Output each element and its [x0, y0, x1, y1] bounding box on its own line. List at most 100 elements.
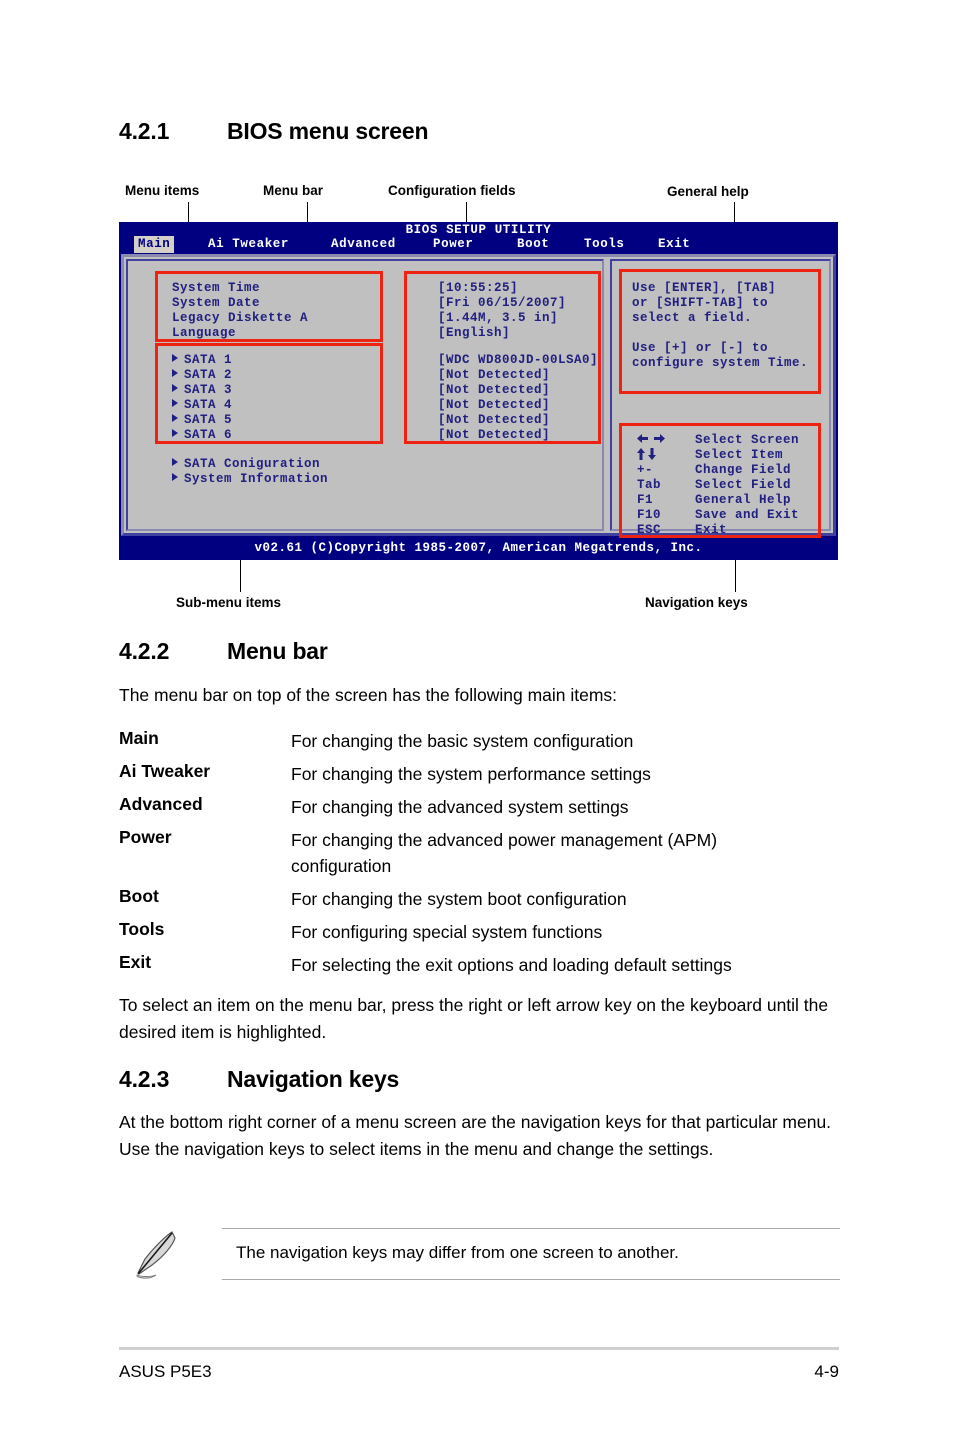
note-box: The navigation keys may differ from one … — [222, 1228, 840, 1280]
document-page: 4.2.1 BIOS menu screen Menu items Menu b… — [0, 0, 954, 1438]
bios-nav-key-desc: General Help — [695, 493, 792, 507]
bios-config-value[interactable]: [WDC WD800JD-00LSA0] — [438, 353, 598, 368]
section-number-422: 4.2.2 — [119, 638, 170, 664]
submenu-triangle-icon — [172, 354, 178, 362]
submenu-triangle-icon — [172, 473, 178, 481]
bios-config-value[interactable]: [Not Detected] — [438, 368, 550, 383]
bios-config-value[interactable]: [10:55:25] — [438, 281, 518, 296]
bios-nav-key-label: F1 — [637, 493, 654, 507]
bios-tab-tools[interactable]: Tools — [580, 236, 629, 253]
footer-divider — [119, 1347, 839, 1350]
submenu-triangle-icon — [172, 414, 178, 422]
menu-bar-term-power: Power — [119, 827, 172, 847]
bios-help-line: Use [+] or [-] to — [632, 341, 769, 355]
bios-submenu-row[interactable]: SATA Coniguration — [172, 457, 320, 472]
section-title-421: BIOS menu screen — [227, 118, 429, 144]
bios-menu-item-row[interactable]: Language — [172, 326, 236, 341]
bios-menu-item-label: System Time — [172, 281, 261, 295]
bios-setup-screen: BIOS SETUP UTILITY Main Ai Tweaker Advan… — [119, 222, 838, 560]
submenu-triangle-icon — [172, 384, 178, 392]
menu-bar-desc-exit: For selecting the exit options and loadi… — [291, 955, 732, 975]
menu-bar-desc-advanced: For changing the advanced system setting… — [291, 797, 629, 817]
note-pencil-icon — [125, 1225, 185, 1285]
section-number-421: 4.2.1 — [119, 118, 170, 144]
menu-bar-desc-boot: For changing the system boot configurati… — [291, 889, 627, 909]
note-text: The navigation keys may differ from one … — [236, 1243, 679, 1262]
bios-tab-advanced[interactable]: Advanced — [327, 236, 400, 253]
bios-nav-key-desc: Save and Exit — [695, 508, 800, 522]
menu-bar-term-tools: Tools — [119, 919, 165, 939]
menu-bar-desc-tools: For configuring special system functions — [291, 922, 603, 942]
bios-config-value[interactable]: [1.44M, 3.5 in] — [438, 311, 558, 326]
bios-tab-boot[interactable]: Boot — [513, 236, 553, 253]
bios-left-pane: System Time System Date Legacy Diskette … — [126, 259, 604, 531]
section-title-422: Menu bar — [227, 638, 328, 664]
submenu-triangle-icon — [172, 458, 178, 466]
submenu-triangle-icon — [172, 399, 178, 407]
bios-config-value[interactable]: [Not Detected] — [438, 428, 550, 443]
bios-config-value[interactable]: [Not Detected] — [438, 398, 550, 413]
bios-submenu-label: SATA Coniguration — [184, 457, 321, 471]
bios-nav-key-desc: Select Item — [695, 448, 784, 462]
callout-menu-items: Menu items — [125, 183, 200, 198]
bios-config-value[interactable]: [English] — [438, 326, 510, 341]
bios-menu-item-label: Legacy Diskette A — [172, 311, 309, 325]
navigation-keys-body: At the bottom right corner of a menu scr… — [119, 1112, 832, 1159]
bios-tab-ai-tweaker[interactable]: Ai Tweaker — [204, 236, 293, 253]
menu-bar-term-exit: Exit — [119, 952, 152, 972]
bios-tab-main[interactable]: Main — [134, 236, 175, 253]
bios-config-value[interactable]: [Not Detected] — [438, 383, 550, 398]
bios-nav-key-label: F10 — [637, 508, 662, 522]
bios-title: BIOS SETUP UTILITY — [405, 223, 552, 237]
bios-submenu-label: SATA 6 — [184, 428, 233, 442]
bios-menu-bar: Main Ai Tweaker Advanced Power Boot Tool… — [119, 236, 838, 254]
bios-tab-power[interactable]: Power — [429, 236, 478, 253]
menu-bar-desc-main: For changing the basic system configurat… — [291, 731, 634, 751]
bios-submenu-label: SATA 3 — [184, 383, 233, 397]
bios-submenu-row[interactable]: SATA 4 — [172, 398, 232, 413]
bios-submenu-label: SATA 5 — [184, 413, 233, 427]
callout-menu-bar: Menu bar — [263, 183, 324, 198]
section-number-423: 4.2.3 — [119, 1066, 170, 1092]
bios-menu-item-label: System Date — [172, 296, 261, 310]
bios-nav-key-desc: Change Field — [695, 463, 792, 477]
callout-sub-menu-items: Sub-menu items — [176, 595, 282, 610]
bios-help-line: or [SHIFT-TAB] to — [632, 296, 769, 310]
submenu-triangle-icon — [172, 429, 178, 437]
menu-bar-term-main: Main — [119, 728, 159, 748]
bios-submenu-row[interactable]: SATA 1 — [172, 353, 232, 368]
menu-bar-term-advanced: Advanced — [119, 794, 203, 814]
bios-help-line: select a field. — [632, 311, 753, 325]
bios-menu-item-row[interactable]: Legacy Diskette A — [172, 311, 308, 326]
bios-body: System Time System Date Legacy Diskette … — [121, 254, 836, 538]
menu-bar-desc-power: For changing the advanced power manageme… — [291, 830, 718, 876]
menu-bar-intro: The menu bar on top of the screen has th… — [119, 685, 618, 705]
bios-footer-bar: v02.61 (C)Copyright 1985-2007, American … — [119, 538, 838, 560]
submenu-triangle-icon — [172, 369, 178, 377]
left-right-arrow-icon — [637, 433, 693, 448]
bios-nav-key-desc: Exit — [695, 523, 728, 537]
bios-config-value[interactable]: [Not Detected] — [438, 413, 550, 428]
bios-submenu-row[interactable]: SATA 5 — [172, 413, 232, 428]
bios-nav-key-desc: Select Screen — [695, 433, 800, 447]
menu-bar-term-ai-tweaker: Ai Tweaker — [119, 761, 211, 781]
bios-submenu-label: SATA 2 — [184, 368, 233, 382]
bios-tab-exit[interactable]: Exit — [654, 236, 694, 253]
bios-menu-item-row[interactable]: System Time — [172, 281, 260, 296]
bios-menu-item-label: Language — [172, 326, 237, 340]
footer-page-number: 4-9 — [814, 1362, 839, 1381]
bios-submenu-row[interactable]: System Information — [172, 472, 328, 487]
bios-nav-key-label: +- — [637, 463, 654, 477]
menu-bar-outro: To select an item on the menu bar, press… — [119, 995, 829, 1042]
section-title-423: Navigation keys — [227, 1066, 400, 1092]
bios-submenu-row[interactable]: SATA 3 — [172, 383, 232, 398]
bios-right-pane: Use [ENTER], [TAB] or [SHIFT-TAB] to sel… — [610, 259, 831, 538]
callout-general-help: General help — [667, 184, 749, 199]
bios-config-value[interactable]: [Fri 06/15/2007] — [438, 296, 566, 311]
bios-submenu-row[interactable]: SATA 6 — [172, 428, 232, 443]
bios-submenu-row[interactable]: SATA 2 — [172, 368, 232, 383]
bios-nav-key-desc: Select Field — [695, 478, 792, 492]
bios-nav-key-label: ESC — [637, 523, 662, 537]
bios-copyright: v02.61 (C)Copyright 1985-2007, American … — [254, 541, 703, 555]
bios-menu-item-row[interactable]: System Date — [172, 296, 260, 311]
